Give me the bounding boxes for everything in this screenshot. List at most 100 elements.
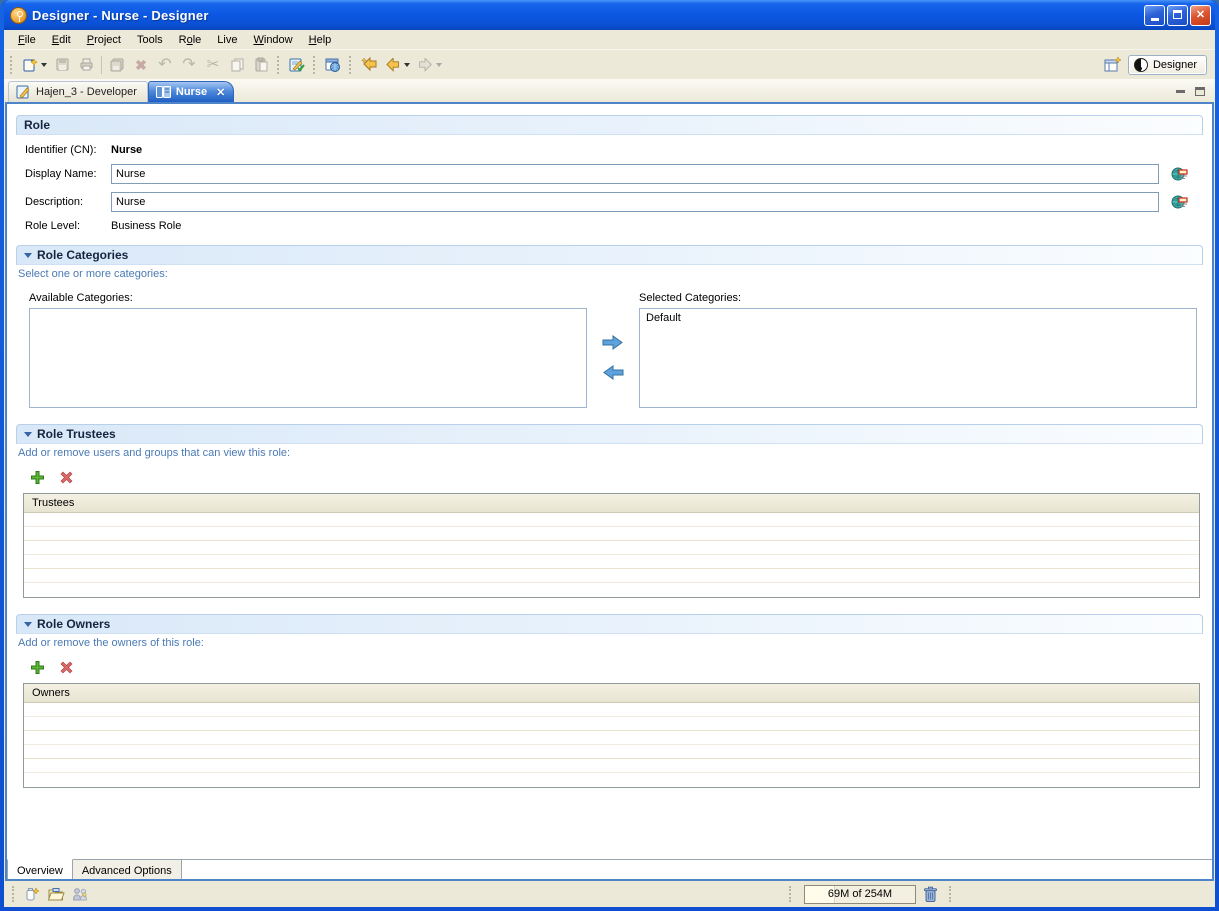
- close-button[interactable]: ✕: [1190, 4, 1211, 26]
- table-row: [24, 773, 1199, 787]
- tab-advanced-options[interactable]: Advanced Options: [72, 860, 182, 879]
- toolbar-drag-handle[interactable]: [313, 55, 317, 74]
- statusbar-separator: [789, 886, 793, 902]
- save-button[interactable]: [50, 54, 74, 76]
- version-control-button[interactable]: [68, 883, 92, 905]
- table-row: [24, 541, 1199, 555]
- menu-bar: File Edit Project Tools Role Live Window…: [4, 30, 1215, 50]
- validate-project-icon: [289, 58, 305, 71]
- tab-advanced-options-label: Advanced Options: [81, 864, 172, 877]
- table-row: [24, 731, 1199, 745]
- delete-button[interactable]: ✖: [129, 54, 153, 76]
- save-all-button[interactable]: [105, 54, 129, 76]
- available-categories-list[interactable]: [29, 308, 587, 408]
- role-level-label: Role Level:: [25, 220, 81, 232]
- menu-tools[interactable]: Tools: [129, 32, 171, 48]
- localize-description-icon[interactable]: [1171, 194, 1189, 210]
- undo-button[interactable]: ↶: [153, 54, 177, 76]
- save-all-icon: [110, 58, 124, 71]
- role-icon: [155, 86, 171, 98]
- add-owner-icon[interactable]: [30, 660, 45, 675]
- toolbar-drag-handle[interactable]: [349, 55, 353, 74]
- back-dropdown-arrow[interactable]: [403, 62, 410, 67]
- copy-button[interactable]: [225, 54, 249, 76]
- display-name-input[interactable]: [111, 164, 1159, 184]
- open-folder-button[interactable]: [44, 883, 68, 905]
- new-object-icon: [26, 887, 40, 901]
- remove-owner-icon[interactable]: [59, 660, 74, 675]
- description-input[interactable]: [111, 192, 1159, 212]
- role-owners-title: Role Owners: [37, 617, 111, 631]
- new-wizard-button[interactable]: [18, 54, 50, 76]
- selected-categories-list[interactable]: Default: [639, 308, 1197, 408]
- maximize-icon: [1173, 9, 1182, 19]
- role-categories-instruction: Select one or more categories:: [18, 268, 168, 280]
- tab-hajen3-developer[interactable]: Hajen_3 - Developer: [8, 81, 148, 102]
- menu-file[interactable]: File: [10, 32, 44, 48]
- maximize-button[interactable]: [1167, 4, 1188, 26]
- menu-edit[interactable]: Edit: [44, 32, 79, 48]
- localize-display-name-icon[interactable]: [1171, 166, 1189, 182]
- remove-trustee-icon[interactable]: [59, 470, 74, 485]
- tab-nurse[interactable]: Nurse ✕: [147, 81, 235, 102]
- role-categories-section-header[interactable]: Role Categories: [16, 245, 1203, 265]
- validate-project-button[interactable]: [285, 54, 309, 76]
- identifier-label: Identifier (CN):: [25, 144, 97, 156]
- remove-category-arrow-icon[interactable]: [601, 364, 625, 381]
- collapse-triangle-icon: [24, 252, 32, 258]
- print-button[interactable]: [74, 54, 98, 76]
- web-browser-button[interactable]: [321, 54, 345, 76]
- description-label: Description:: [25, 196, 84, 208]
- role-trustees-section-header[interactable]: Role Trustees: [16, 424, 1203, 444]
- application-window: Designer - Nurse - Designer ✕ File Edit …: [0, 0, 1219, 911]
- open-perspective-icon[interactable]: [1104, 56, 1122, 73]
- copy-icon: [231, 58, 243, 72]
- title-bar: Designer - Nurse - Designer ✕: [4, 0, 1215, 30]
- forward-button[interactable]: [413, 54, 445, 76]
- paste-button[interactable]: [249, 54, 273, 76]
- role-section-header: Role: [16, 115, 1203, 135]
- role-editor: Role Identifier (CN): Nurse Display Name…: [5, 102, 1214, 881]
- tab-close-icon[interactable]: ✕: [216, 86, 225, 99]
- collapse-triangle-icon: [24, 621, 32, 627]
- table-row: [24, 759, 1199, 773]
- editor-maximize-icon[interactable]: [1195, 87, 1205, 96]
- trustees-column-header: Trustees: [24, 494, 1199, 513]
- category-list-item[interactable]: Default: [644, 311, 1192, 325]
- role-level-value: Business Role: [111, 220, 182, 232]
- perspective-bar: Designer: [1104, 54, 1207, 75]
- table-row: [24, 555, 1199, 569]
- garbage-collect-icon[interactable]: [923, 886, 938, 903]
- menu-live[interactable]: Live: [209, 32, 245, 48]
- add-trustee-icon[interactable]: [30, 470, 45, 485]
- cut-button[interactable]: ✂: [201, 54, 225, 76]
- menu-help[interactable]: Help: [301, 32, 340, 48]
- collapse-triangle-icon: [24, 431, 32, 437]
- toolbar-drag-handle[interactable]: [10, 55, 14, 74]
- menu-project[interactable]: Project: [79, 32, 129, 48]
- role-owners-section-header[interactable]: Role Owners: [16, 614, 1203, 634]
- new-object-button[interactable]: [20, 883, 44, 905]
- application-icon[interactable]: [10, 6, 27, 24]
- forward-dropdown-arrow[interactable]: [435, 62, 442, 67]
- back-icon: [385, 57, 399, 72]
- last-edit-location-button[interactable]: [357, 54, 381, 76]
- minimize-button[interactable]: [1144, 4, 1165, 26]
- last-edit-location-icon: [360, 57, 376, 72]
- add-category-arrow-icon[interactable]: [601, 334, 625, 351]
- new-wizard-dropdown-arrow[interactable]: [40, 62, 47, 67]
- tab-label: Hajen_3 - Developer: [36, 86, 137, 98]
- designer-perspective-button[interactable]: Designer: [1127, 54, 1207, 75]
- web-browser-icon: [325, 58, 340, 72]
- toolbar-drag-handle[interactable]: [277, 55, 281, 74]
- back-button[interactable]: [381, 54, 413, 76]
- statusbar-drag-handle[interactable]: [12, 886, 16, 902]
- editor-minimize-icon[interactable]: [1176, 90, 1185, 93]
- overview-page: Role Identifier (CN): Nurse Display Name…: [7, 104, 1212, 859]
- tab-overview[interactable]: Overview: [7, 859, 73, 879]
- editor-page-tabs: Overview Advanced Options: [7, 859, 1212, 879]
- identifier-value: Nurse: [111, 144, 143, 156]
- menu-window[interactable]: Window: [245, 32, 300, 48]
- redo-button[interactable]: ↷: [177, 54, 201, 76]
- menu-role[interactable]: Role: [171, 32, 210, 48]
